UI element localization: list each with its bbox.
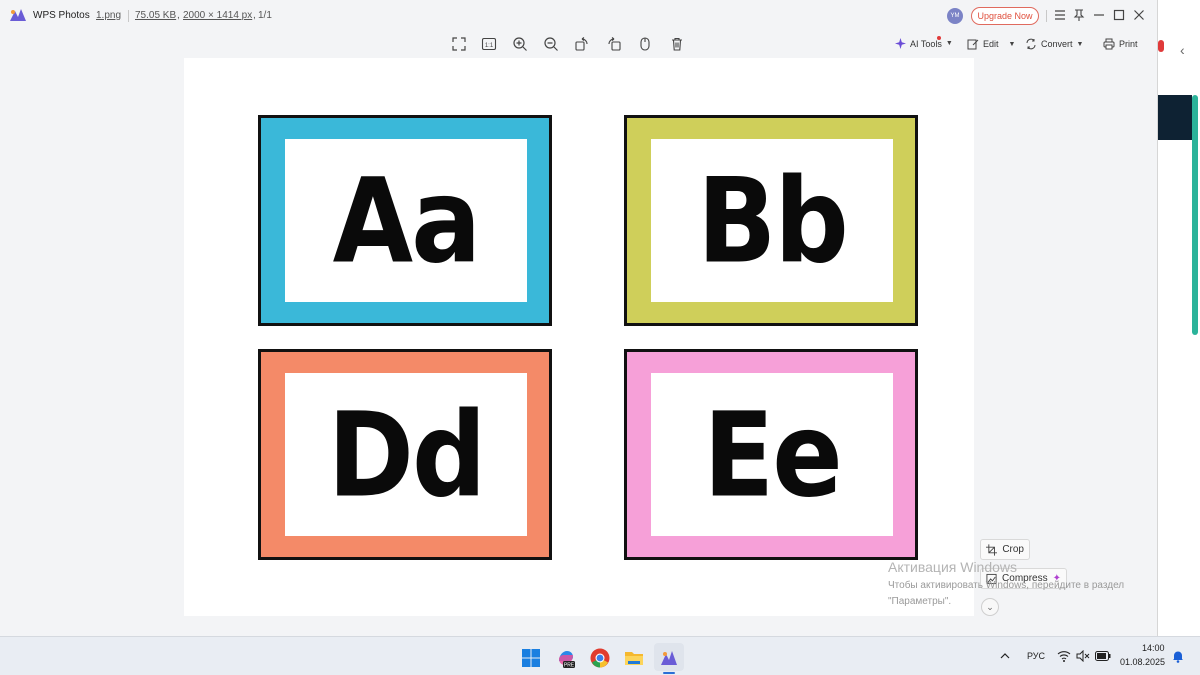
convert-button[interactable]: Convert ▼ — [1025, 38, 1083, 50]
mouse-icon[interactable] — [637, 36, 653, 52]
app-name: WPS Photos — [33, 10, 90, 21]
chrome-icon[interactable] — [589, 647, 611, 669]
divider — [128, 10, 129, 22]
volume-muted-icon[interactable] — [1076, 650, 1090, 662]
crop-label: Crop — [1002, 544, 1024, 555]
zoom-in-icon[interactable] — [512, 36, 528, 52]
file-explorer-icon[interactable] — [623, 647, 645, 669]
wps-photos-taskbar-icon[interactable] — [658, 647, 680, 669]
wps-photos-window: WPS Photos 1.png 75.05 KB , 2000 × 1414 … — [0, 0, 1158, 636]
letter-card: Ee — [624, 349, 918, 560]
user-avatar[interactable]: YM — [947, 8, 963, 24]
upgrade-now-button[interactable]: Upgrade Now — [971, 7, 1039, 25]
crop-button[interactable]: Crop — [980, 539, 1030, 560]
svg-text:PRE: PRE — [564, 663, 575, 669]
ai-sparkle-icon — [895, 38, 906, 49]
print-label: Print — [1119, 39, 1138, 49]
taskbar: PRE — [0, 636, 1200, 675]
chevron-down-icon: ▼ — [1008, 40, 1016, 48]
activation-title: Активация Windows — [888, 559, 1018, 575]
ai-tools-label: AI Tools — [910, 38, 942, 49]
svg-text:1:1: 1:1 — [485, 43, 494, 49]
pin-icon[interactable] — [1072, 8, 1086, 22]
letter-card: Bb — [624, 115, 918, 326]
battery-icon[interactable] — [1095, 651, 1111, 661]
copilot-icon[interactable]: PRE — [555, 647, 577, 669]
rotate-left-icon[interactable] — [574, 36, 590, 52]
file-dimensions-link[interactable]: 2000 × 1414 px — [183, 10, 252, 21]
clock-time[interactable]: 14:00 — [1142, 643, 1165, 653]
card-letters: Ee — [703, 386, 843, 523]
printer-icon — [1103, 38, 1115, 50]
ai-tools-button[interactable]: AI Tools ▼ — [895, 38, 953, 49]
wifi-icon[interactable] — [1057, 650, 1071, 662]
language-indicator[interactable]: РУС — [1027, 651, 1045, 661]
convert-label: Convert — [1041, 39, 1073, 49]
card-inner: Bb — [651, 139, 893, 302]
rotate-right-icon[interactable] — [606, 36, 622, 52]
comma-separator: , — [177, 10, 180, 21]
letter-card: Aa — [258, 115, 552, 326]
image-canvas[interactable]: Aa Bb Dd Ee — [184, 58, 974, 616]
chevron-down-icon[interactable]: ⌄ — [981, 598, 999, 616]
upgrade-label: Upgrade Now — [977, 11, 1033, 21]
comma-separator: , — [253, 10, 256, 21]
edit-icon — [967, 39, 979, 50]
card-letters: Dd — [327, 386, 487, 523]
activation-message-2: "Параметры". — [888, 596, 952, 607]
chevron-down-icon: ▼ — [945, 40, 953, 47]
maximize-icon[interactable] — [1112, 8, 1126, 22]
chevron-down-icon: ▼ — [1076, 40, 1084, 48]
edit-button[interactable]: Edit ▼ — [967, 38, 1015, 50]
zoom-out-icon[interactable] — [543, 36, 559, 52]
notification-bell-icon[interactable] — [1172, 650, 1184, 663]
card-inner: Dd — [285, 373, 527, 536]
card-inner: Aa — [285, 139, 527, 302]
letter-card: Dd — [258, 349, 552, 560]
active-indicator — [663, 672, 675, 674]
print-button[interactable]: Print — [1103, 38, 1138, 50]
trash-icon[interactable] — [669, 36, 685, 52]
clock-date[interactable]: 01.08.2025 — [1120, 657, 1165, 667]
avatar-initials: YM — [950, 13, 960, 19]
file-size-link[interactable]: 75.05 KB — [135, 10, 176, 21]
menu-icon[interactable] — [1053, 8, 1067, 22]
card-inner: Ee — [651, 373, 893, 536]
card-letters: Bb — [697, 152, 849, 289]
divider — [1046, 10, 1047, 22]
convert-icon — [1026, 38, 1036, 50]
windows-start-icon[interactable] — [520, 647, 542, 669]
chevron-up-icon[interactable] — [1000, 651, 1010, 661]
actual-size-icon[interactable]: 1:1 — [481, 36, 497, 52]
background-window-badge — [1158, 40, 1164, 52]
fullscreen-icon[interactable] — [451, 36, 467, 52]
background-window-panel — [1158, 95, 1192, 140]
minimize-icon[interactable] — [1092, 8, 1106, 22]
close-icon[interactable] — [1132, 8, 1146, 22]
card-letters: Aa — [332, 152, 482, 289]
edit-label: Edit — [983, 39, 999, 49]
title-bar: WPS Photos 1.png 75.05 KB , 2000 × 1414 … — [0, 0, 1158, 32]
chevron-left-icon[interactable]: ‹ — [1180, 42, 1185, 58]
page-indicator: 1/1 — [258, 10, 272, 21]
file-name-link[interactable]: 1.png — [96, 10, 121, 21]
wps-photos-logo-icon — [10, 9, 26, 21]
crop-icon — [986, 543, 998, 556]
background-window-scrollbar[interactable] — [1192, 95, 1198, 335]
notification-dot — [937, 36, 941, 40]
activation-message: Чтобы активировать Windows, перейдите в … — [888, 580, 1125, 591]
